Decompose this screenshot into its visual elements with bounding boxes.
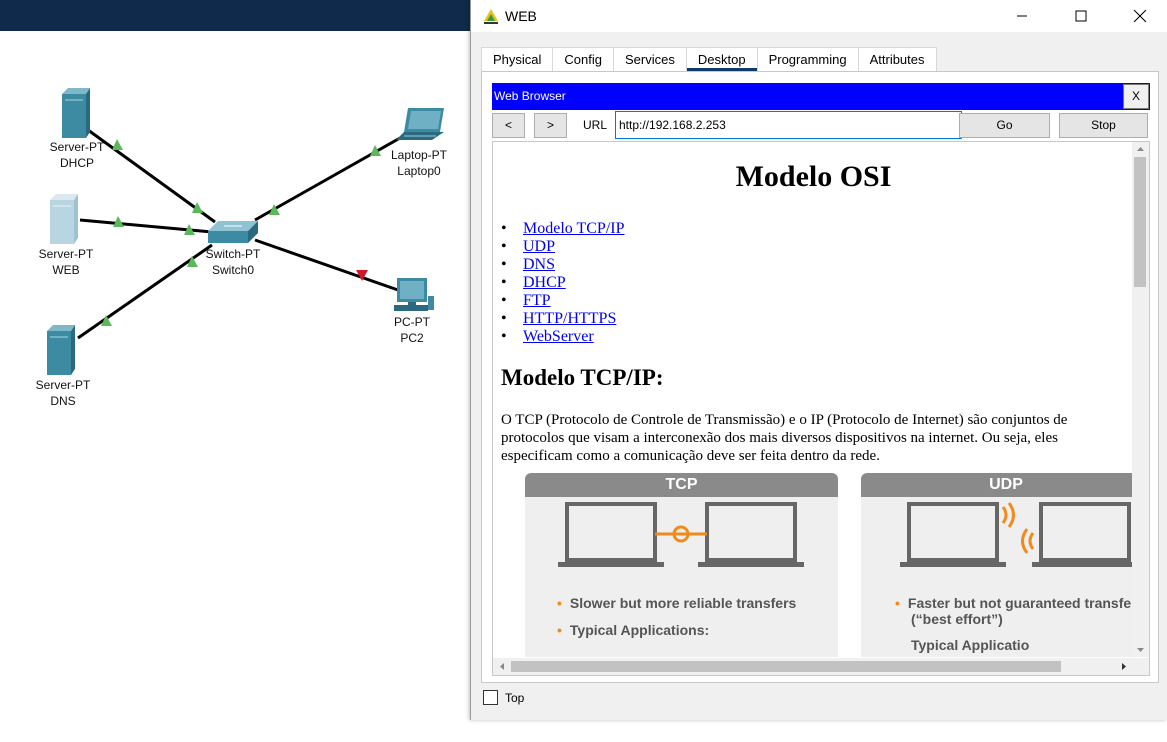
go-button[interactable]: Go <box>959 113 1050 138</box>
window-title-bar[interactable]: WEB <box>471 0 1167 32</box>
device-label-web: Server-PT WEB <box>38 247 94 277</box>
topology-canvas <box>47 88 444 375</box>
link-up-icon <box>113 216 124 227</box>
browser-viewport[interactable]: Modelo OSI Modelo TCP/IP UDP DNS DHCP FT… <box>492 141 1150 676</box>
server-dhcp-icon <box>62 88 90 138</box>
pc-icon <box>394 278 434 311</box>
link-udp[interactable]: UDP <box>523 238 555 255</box>
maximize-button[interactable] <box>1058 0 1104 32</box>
vertical-scroll-thumb[interactable] <box>1134 157 1146 287</box>
tab-services[interactable]: Services <box>614 47 687 71</box>
window-title: WEB <box>505 8 537 24</box>
device-label-pc: PC-PT PC2 <box>394 315 430 345</box>
scroll-left-icon[interactable] <box>495 658 509 675</box>
desktop-panel: Web Browser X < > URL Go Stop Modelo OSI… <box>481 71 1159 683</box>
minimize-icon <box>1017 15 1027 17</box>
horizontal-scrollbar[interactable] <box>493 658 1149 675</box>
tcp-card-title: TCP <box>525 473 838 497</box>
close-icon <box>1133 9 1147 23</box>
device-label-switch: Switch-PT Switch0 <box>205 247 261 277</box>
web-page: Modelo OSI Modelo TCP/IP UDP DNS DHCP FT… <box>493 142 1134 657</box>
top-checkbox-label: Top <box>505 691 525 705</box>
tcp-diagram-icon <box>558 502 804 567</box>
tab-config[interactable]: Config <box>553 47 614 71</box>
device-label-dns: Server-PT DNS <box>35 378 91 408</box>
udp-bullet-1-cont: (“best effort”) <box>911 611 1003 627</box>
udp-card: • Faster but not guaranteed transfe (“bes… <box>861 497 1134 657</box>
switch-icon <box>208 221 258 243</box>
web-browser-title-bar: Web Browser X <box>492 83 1150 110</box>
tab-bar: Physical Config Services Desktop Program… <box>481 47 937 71</box>
maximize-icon <box>1075 10 1087 22</box>
tab-attributes[interactable]: Attributes <box>858 47 937 71</box>
vertical-scrollbar[interactable] <box>1132 142 1149 657</box>
close-window-button[interactable] <box>1117 0 1163 32</box>
horizontal-scroll-thumb[interactable] <box>511 661 1061 672</box>
laptop-icon <box>396 108 444 140</box>
page-heading: Modelo OSI <box>735 160 892 193</box>
top-checkbox[interactable] <box>483 690 498 705</box>
web-browser-close-button[interactable]: X <box>1123 84 1149 109</box>
link-ftp[interactable]: FTP <box>523 292 551 309</box>
tcp-card: • Slower but more reliable transfers • Typ… <box>525 497 838 657</box>
link-dhcp[interactable]: DHCP <box>523 274 566 291</box>
udp-card-title: UDP <box>861 473 1134 497</box>
page-link-list: Modelo TCP/IP UDP DNS DHCP FTP HTTP/HTTP… <box>501 220 625 346</box>
udp-bullet-1: • Faster but not guaranteed transfe <box>895 595 1132 611</box>
link-dns[interactable]: DNS <box>523 256 555 273</box>
list-item: Modelo TCP/IP <box>501 220 625 238</box>
tcp-bullet-2: • Typical Applications: <box>557 622 710 638</box>
scroll-right-icon[interactable] <box>1117 658 1131 675</box>
section-heading: Modelo TCP/IP: <box>501 365 664 390</box>
url-input[interactable] <box>615 111 962 139</box>
list-item: WebServer <box>501 328 625 346</box>
tab-programming[interactable]: Programming <box>757 47 859 71</box>
udp-diagram-icon <box>900 502 1134 567</box>
list-item: FTP <box>501 292 625 310</box>
section-paragraph: O TCP (Protocolo de Controle de Transmis… <box>501 412 1068 464</box>
tcp-bullet-1: • Slower but more reliable transfers <box>557 595 797 611</box>
stop-button[interactable]: Stop <box>1059 113 1148 138</box>
server-web-icon <box>50 194 78 244</box>
forward-button[interactable]: > <box>534 113 567 138</box>
udp-bullet-2: Typical Applicatio <box>911 637 1030 653</box>
scroll-down-icon[interactable] <box>1132 643 1149 657</box>
url-label: URL <box>583 118 608 132</box>
list-item: UDP <box>501 238 625 256</box>
tab-desktop[interactable]: Desktop <box>686 47 758 71</box>
link-webserver[interactable]: WebServer <box>523 328 594 345</box>
server-dns-icon <box>47 325 75 375</box>
device-label-laptop: Laptop-PT Laptop0 <box>390 148 448 178</box>
link-http-https[interactable]: HTTP/HTTPS <box>523 310 616 327</box>
device-window: WEB Physical Config Services Desktop Pro… <box>470 0 1167 720</box>
list-item: DHCP <box>501 274 625 292</box>
list-item: HTTP/HTTPS <box>501 310 625 328</box>
minimize-button[interactable] <box>999 0 1045 32</box>
device-label-dhcp: Server-PT DHCP <box>49 140 105 170</box>
list-item: DNS <box>501 256 625 274</box>
back-button[interactable]: < <box>492 113 525 138</box>
scroll-up-icon[interactable] <box>1132 142 1149 156</box>
packet-tracer-icon <box>484 9 498 24</box>
link-modelo-tcp-ip[interactable]: Modelo TCP/IP <box>523 220 625 237</box>
tab-physical[interactable]: Physical <box>481 47 554 71</box>
web-browser-title: Web Browser <box>494 89 566 103</box>
